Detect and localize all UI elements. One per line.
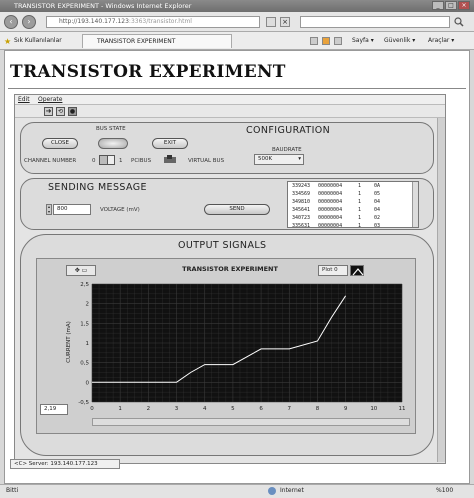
x-tick-label: 6 [259,406,263,412]
search-input[interactable] [300,16,450,28]
y-tick-label: 1,5 [80,321,89,327]
x-tick-label: 10 [370,406,377,412]
exit-button[interactable]: EXIT [152,138,188,149]
status-bar [0,484,474,498]
channel-min: 0 [92,158,96,164]
run-continuous-icon[interactable]: ⟲ [56,107,65,116]
security-menu[interactable]: Güvenlik ▾ [384,36,415,46]
y-tick-label: 2,5 [80,282,89,288]
x-tick-label: 7 [288,406,292,412]
window-title: TRANSISTOR EXPERIMENT - Windows Internet… [14,2,192,10]
x-tick-label: 4 [203,406,207,412]
pcibus-label: PCIBUS [131,158,152,164]
stop-icon[interactable]: × [280,17,290,27]
minimize-button[interactable]: _ [432,1,444,10]
list-item: 349810 00000004 1 04 [292,199,381,205]
log-scrollbar[interactable] [412,182,418,227]
channel-number-label: CHANNEL NUMBER [24,158,77,164]
url-path: :3363/transistor.html [128,18,192,25]
y-tick-label: -0,5 [78,400,89,406]
voltage-label: VOLTAGE (mV) [100,207,140,213]
chevron-down-icon: ▾ [298,156,301,162]
maximize-button[interactable]: □ [445,1,457,10]
globe-icon [268,487,276,495]
x-tick-label: 8 [316,406,320,412]
run-arrow-icon[interactable]: ➜ [44,107,53,116]
forward-button[interactable]: › [22,15,36,29]
window-titlebar: TRANSISTOR EXPERIMENT - Windows Internet… [0,0,474,12]
address-bar: ‹ › http://193.140.177.123:3363/transist… [0,12,474,32]
tab-title: TRANSISTOR EXPERIMENT [97,38,176,45]
x-tick-label: 5 [231,406,235,412]
url-host: http://193.140.177.123 [59,18,129,25]
output-signals-title: OUTPUT SIGNALS [178,240,267,251]
x-tick-label: 11 [399,406,406,412]
x-tick-label: 0 [90,406,94,412]
favorites-bar: ★ Sık Kullanılanlar TRANSISTOR EXPERIMEN… [0,32,474,50]
list-item: 334569 00000004 1 05 [292,191,381,197]
close-window-button[interactable]: × [458,1,470,10]
baudrate-value: 500K [258,156,273,162]
list-item: 345641 00000004 1 04 [292,207,381,213]
tools-menu[interactable]: Araçlar ▾ [428,36,454,46]
bus-state-label: BUS STATE [96,126,126,132]
vi-menubar [15,95,445,105]
x-tick-label: 3 [175,406,179,412]
feed-icon[interactable] [322,37,330,45]
list-item: 340723 00000004 1 02 [292,215,381,221]
refresh-icon[interactable] [266,17,276,27]
server-connection-item[interactable]: <C> Server: 193.140.177.123 [10,459,120,469]
menu-operate[interactable]: Operate [38,95,62,105]
close-button[interactable]: CLOSE [42,138,78,149]
divider [8,88,466,89]
y-tick-label: 0 [86,380,90,386]
bus-state-led [98,138,128,149]
abort-icon[interactable]: ● [68,107,77,116]
message-log: 339243 00000004 1 0A 334569 00000004 1 05 3498… [287,181,419,228]
sending-message-title: SENDING MESSAGE [48,182,147,193]
x-tick-label: 1 [118,406,122,412]
bus-toggle-icon[interactable] [163,155,177,164]
print-icon[interactable] [334,37,342,45]
list-item: 339243 00000004 1 0A [292,183,381,189]
star-icon[interactable]: ★ [4,37,11,46]
page-menu[interactable]: Sayfa ▾ [352,36,374,46]
voltage-stepper[interactable]: ▴ ▾ [46,204,52,215]
status-text: Bitti [6,487,19,494]
baudrate-label: BAUDRATE [272,147,302,153]
favorites-link[interactable]: Sık Kullanılanlar [14,36,62,46]
configuration-panel [20,122,434,174]
page-title: TRANSISTOR EXPERIMENT [10,62,286,82]
send-button[interactable]: SEND [204,204,270,215]
channel-max: 1 [119,158,123,164]
x-tick-label: 9 [344,406,348,412]
graph-hscrollbar[interactable] [92,418,410,426]
vi-scrollbar[interactable] [437,118,445,462]
configuration-title: CONFIGURATION [246,125,331,136]
back-button[interactable]: ‹ [4,15,18,29]
list-item: 335631 00000004 1 03 [292,223,381,228]
channel-switch[interactable] [99,155,115,165]
chart-y-axis-label: CURRENT (mA) [66,321,72,363]
menu-edit[interactable]: Edit [18,95,30,105]
tab-transistor[interactable]: TRANSISTOR EXPERIMENT [82,34,232,48]
url-field[interactable]: http://193.140.177.123:3363/transistor.h… [46,16,260,28]
baudrate-select[interactable]: 500K ▾ [254,154,304,165]
chart-title: TRANSISTOR EXPERIMENT [182,265,278,273]
vi-toolbar [15,105,445,118]
zone-text: Internet [280,487,304,494]
y-tick-label: 1 [86,341,90,347]
current-chart: TRANSISTOR EXPERIMENT CURRENT (mA) 0 1 2 3 4… [66,265,406,412]
search-icon[interactable] [454,17,464,27]
home-icon[interactable] [310,37,318,45]
virtual-bus-label: VIRTUAL BUS [188,158,225,164]
voltage-input[interactable]: 800 [53,204,91,215]
x-tick-label: 2 [147,406,151,412]
zoom-level[interactable]: %100 [436,486,453,496]
y-tick-label: 0,5 [80,361,89,367]
y-tick-label: 2 [86,302,90,308]
